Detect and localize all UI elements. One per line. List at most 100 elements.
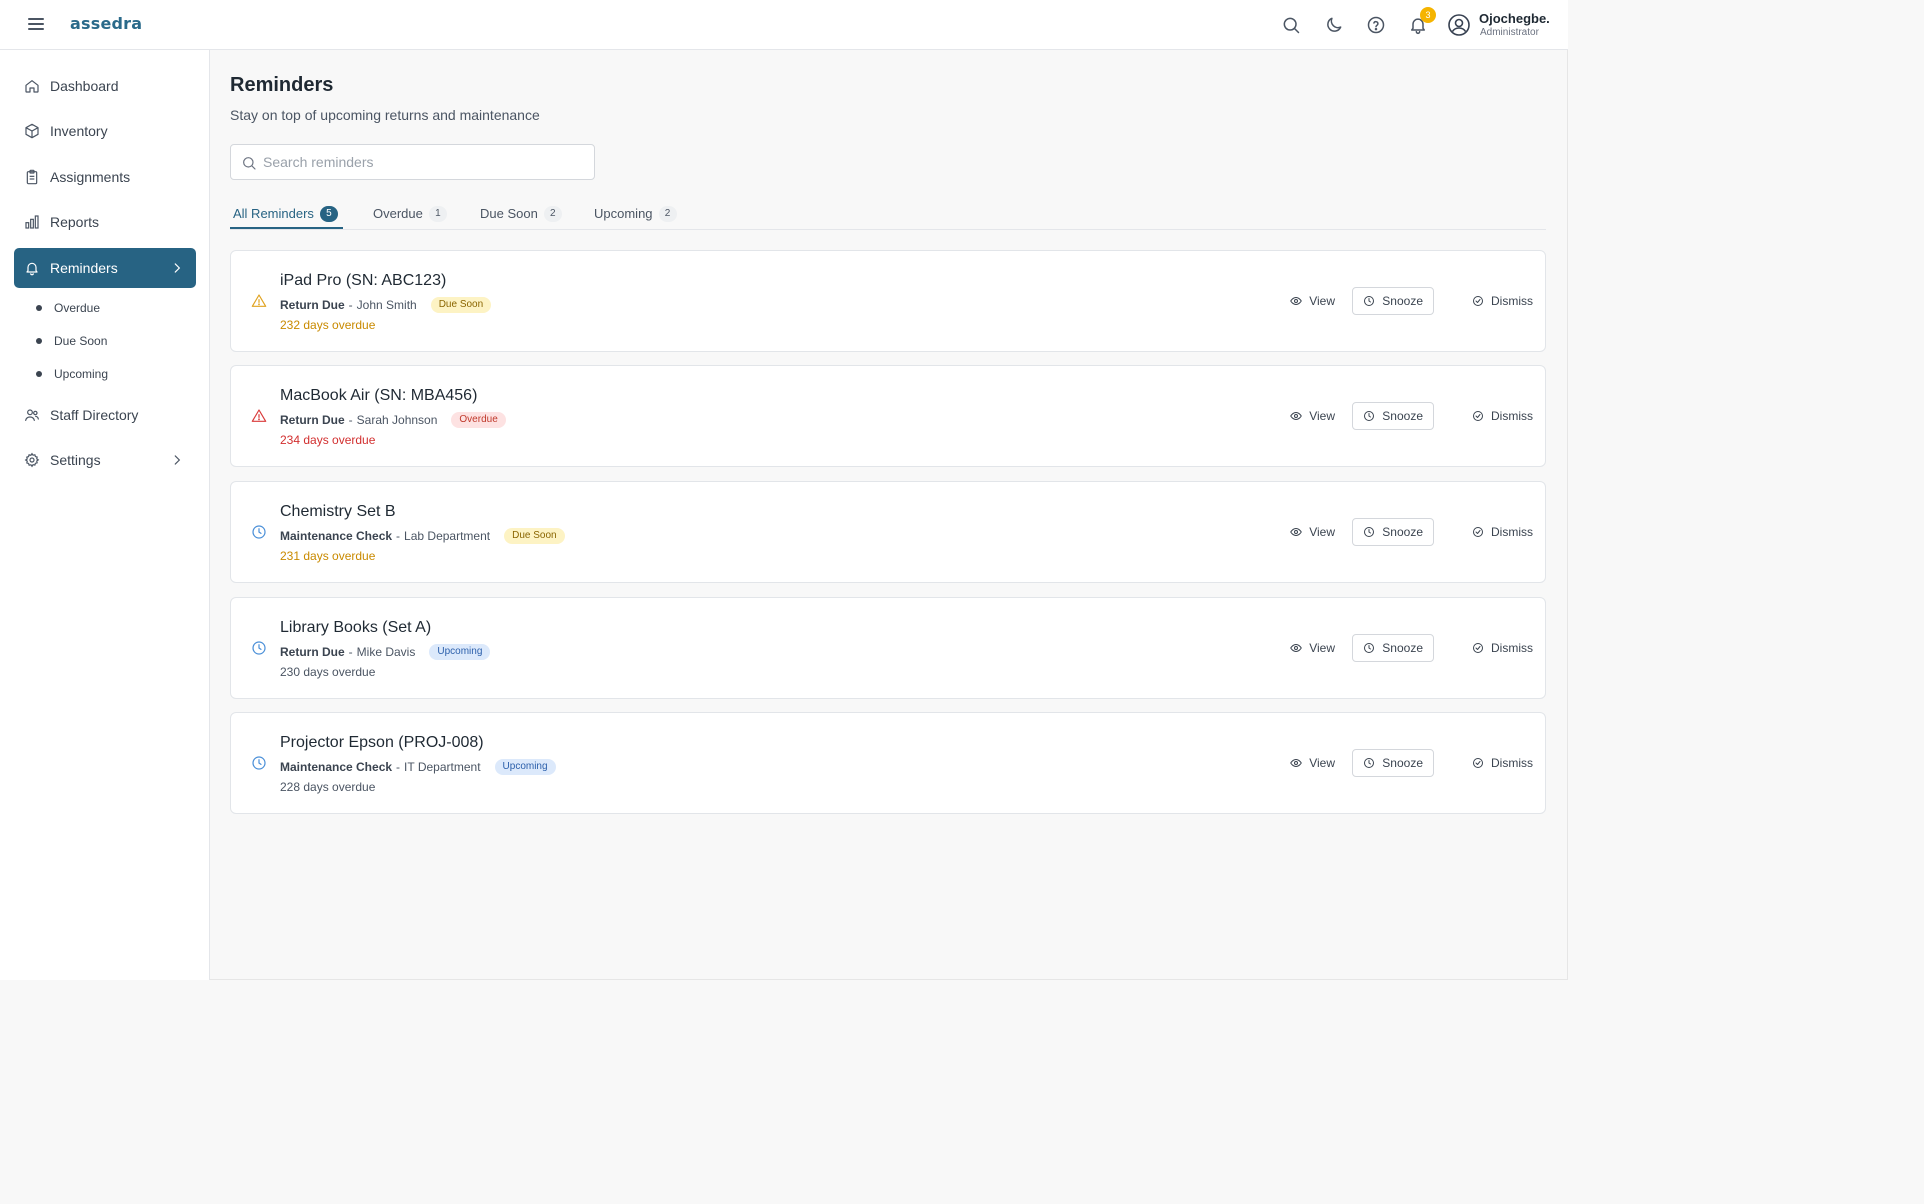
sidebar-item-staff-directory[interactable]: Staff Directory [14, 395, 196, 435]
reminder-type: Return Due [280, 645, 345, 659]
snooze-button[interactable]: Snooze [1352, 402, 1434, 430]
eye-icon [1290, 643, 1303, 653]
reminder-card: Library Books (Set A) Return Due - Mike … [230, 597, 1546, 699]
sidebar-subitem-label: Overdue [54, 301, 101, 315]
reminder-meta: Return Due - Sarah Johnson Overdue [280, 412, 506, 428]
eye-icon [1290, 758, 1303, 768]
snooze-button[interactable]: Snooze [1352, 518, 1434, 546]
dismiss-label: Dismiss [1491, 294, 1533, 308]
meta-separator: - [348, 645, 353, 659]
reminder-assignee: Mike Davis [356, 645, 416, 659]
page-title: Reminders [230, 74, 334, 96]
eye-icon [1290, 411, 1303, 421]
snooze-label: Snooze [1382, 756, 1423, 770]
reminder-days: 234 days overdue [280, 433, 376, 447]
reminder-card: MacBook Air (SN: MBA456) Return Due - Sa… [230, 365, 1546, 467]
clock-icon [1364, 643, 1375, 653]
help-icon[interactable] [1366, 15, 1386, 35]
chevron-right-icon[interactable] [170, 453, 184, 467]
tab-overdue[interactable]: Overdue 1 [373, 206, 447, 230]
reminder-card: Chemistry Set B Maintenance Check - Lab … [230, 481, 1546, 583]
meta-separator: - [348, 413, 353, 427]
check-circle-icon [1473, 527, 1483, 537]
sidebar-item-dashboard[interactable]: Dashboard [14, 66, 196, 106]
snooze-label: Snooze [1382, 409, 1423, 423]
reminder-assignee: Lab Department [404, 529, 491, 543]
check-circle-icon [1473, 758, 1483, 768]
view-button[interactable]: View [1290, 518, 1335, 546]
snooze-label: Snooze [1382, 641, 1423, 655]
meta-separator: - [348, 298, 353, 312]
reminder-meta: Return Due - John Smith Due Soon [280, 297, 492, 313]
dismiss-button[interactable]: Dismiss [1472, 287, 1533, 315]
bar-chart-icon [24, 214, 40, 230]
reminder-tabs: All Reminders 5 Overdue 1 Due Soon 2 Upc… [230, 200, 1546, 230]
search-box [230, 144, 595, 180]
view-button[interactable]: View [1290, 749, 1335, 777]
view-label: View [1309, 409, 1335, 423]
sidebar-item-assignments[interactable]: Assignments [14, 157, 196, 197]
sidebar-item-reports[interactable]: Reports [14, 202, 196, 242]
dismiss-button[interactable]: Dismiss [1472, 634, 1533, 662]
view-button[interactable]: View [1290, 287, 1335, 315]
view-button[interactable]: View [1290, 402, 1335, 430]
reminder-days: 231 days overdue [280, 549, 376, 563]
clock-icon [251, 755, 267, 771]
meta-separator: - [396, 529, 401, 543]
tab-label: Due Soon [480, 206, 538, 221]
box-icon [24, 123, 40, 139]
sidebar-item-label: Inventory [50, 123, 108, 139]
reminder-type: Maintenance Check [280, 760, 393, 774]
top-bar: assedra 3 Ojochegbe. Administrator [0, 0, 1568, 50]
tab-count: 5 [319, 206, 338, 222]
dismiss-button[interactable]: Dismiss [1472, 518, 1533, 546]
search-icon[interactable] [1281, 15, 1301, 35]
sidebar-item-reminders[interactable]: Reminders [14, 248, 196, 288]
sidebar-item-inventory[interactable]: Inventory [14, 111, 196, 151]
check-circle-icon [1473, 643, 1483, 653]
dismiss-label: Dismiss [1491, 756, 1533, 770]
sidebar-item-label: Assignments [50, 169, 131, 185]
tab-label: Overdue [373, 206, 423, 221]
menu-icon[interactable] [28, 18, 44, 32]
warning-triangle-icon [251, 293, 267, 309]
tab-due-soon[interactable]: Due Soon 2 [480, 206, 562, 230]
sidebar-subitem-due-soon[interactable]: Due Soon [36, 331, 107, 351]
snooze-label: Snooze [1382, 294, 1423, 308]
status-badge: Upcoming [494, 759, 556, 775]
reminder-assignee: IT Department [404, 760, 481, 774]
chevron-right-icon [170, 261, 184, 275]
sidebar-subitem-upcoming[interactable]: Upcoming [36, 364, 108, 384]
notification-badge: 3 [1420, 7, 1436, 23]
users-icon [24, 407, 40, 423]
reminder-card: iPad Pro (SN: ABC123) Return Due - John … [230, 250, 1546, 352]
tab-upcoming[interactable]: Upcoming 2 [594, 206, 677, 230]
view-button[interactable]: View [1290, 634, 1335, 662]
bullet-icon [36, 305, 42, 311]
reminder-title: Chemistry Set B [280, 503, 396, 520]
check-circle-icon [1473, 296, 1483, 306]
dismiss-button[interactable]: Dismiss [1472, 749, 1533, 777]
warning-triangle-icon [251, 408, 267, 424]
search-input[interactable] [263, 145, 583, 179]
snooze-button[interactable]: Snooze [1352, 634, 1434, 662]
snooze-button[interactable]: Snooze [1352, 287, 1434, 315]
dismiss-label: Dismiss [1491, 525, 1533, 539]
clock-icon [1364, 758, 1375, 768]
reminder-meta: Return Due - Mike Davis Upcoming [280, 644, 491, 660]
active-tab-indicator [230, 227, 343, 229]
eye-icon [1290, 527, 1303, 537]
sidebar-item-label: Dashboard [50, 78, 119, 94]
snooze-button[interactable]: Snooze [1352, 749, 1434, 777]
dismiss-button[interactable]: Dismiss [1472, 402, 1533, 430]
dark-mode-icon[interactable] [1324, 15, 1344, 35]
status-badge: Due Soon [504, 528, 565, 544]
reminder-title: Library Books (Set A) [280, 619, 432, 636]
sidebar-item-label: Staff Directory [50, 407, 139, 423]
user-avatar-icon[interactable] [1447, 13, 1471, 37]
sidebar-subitem-overdue[interactable]: Overdue [36, 298, 100, 318]
app-logo[interactable]: assedra [70, 14, 142, 33]
sidebar-item-settings[interactable]: Settings [14, 440, 196, 480]
sidebar-item-label: Reports [50, 214, 100, 230]
sidebar-subitem-label: Due Soon [54, 334, 108, 348]
